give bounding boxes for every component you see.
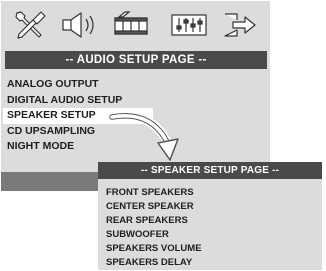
submenu-item-center-speaker[interactable]: CENTER SPEAKER: [106, 200, 316, 214]
equalizer-icon[interactable]: [169, 9, 209, 41]
speaker-icon[interactable]: [59, 9, 99, 41]
film-icon[interactable]: [111, 9, 151, 41]
submenu-item-rear-speakers[interactable]: REAR SPEAKERS: [106, 214, 316, 228]
submenu-item-subwoofer[interactable]: SUBWOOFER: [106, 228, 316, 242]
audio-setup-title: -- AUDIO SETUP PAGE --: [5, 51, 267, 69]
submenu-item-speakers-delay[interactable]: SPEAKERS DELAY: [106, 256, 316, 270]
speaker-setup-title: -- SPEAKER SETUP PAGE --: [98, 162, 322, 179]
menu-item-cd-upsampling[interactable]: CD UPSAMPLING: [3, 124, 153, 140]
menu-item-night-mode[interactable]: NIGHT MODE: [3, 139, 153, 155]
exit-icon[interactable]: [219, 9, 259, 41]
wrench-screwdriver-icon[interactable]: [11, 9, 51, 41]
menu-item-speaker-setup[interactable]: SPEAKER SETUP: [3, 108, 153, 124]
submenu-item-front-speakers[interactable]: FRONT SPEAKERS: [106, 186, 316, 200]
setup-icon-bar: [1, 1, 270, 49]
submenu-item-speakers-volume[interactable]: SPEAKERS VOLUME: [106, 242, 316, 256]
menu-item-digital-audio-setup[interactable]: DIGITAL AUDIO SETUP: [3, 93, 153, 109]
menu-item-analog-output[interactable]: ANALOG OUTPUT: [3, 77, 153, 93]
audio-setup-menu: ANALOG OUTPUT DIGITAL AUDIO SETUP SPEAKE…: [3, 77, 153, 155]
speaker-setup-panel: -- SPEAKER SETUP PAGE -- FRONT SPEAKERS …: [98, 162, 322, 270]
speaker-setup-menu: FRONT SPEAKERS CENTER SPEAKER REAR SPEAK…: [106, 186, 316, 270]
